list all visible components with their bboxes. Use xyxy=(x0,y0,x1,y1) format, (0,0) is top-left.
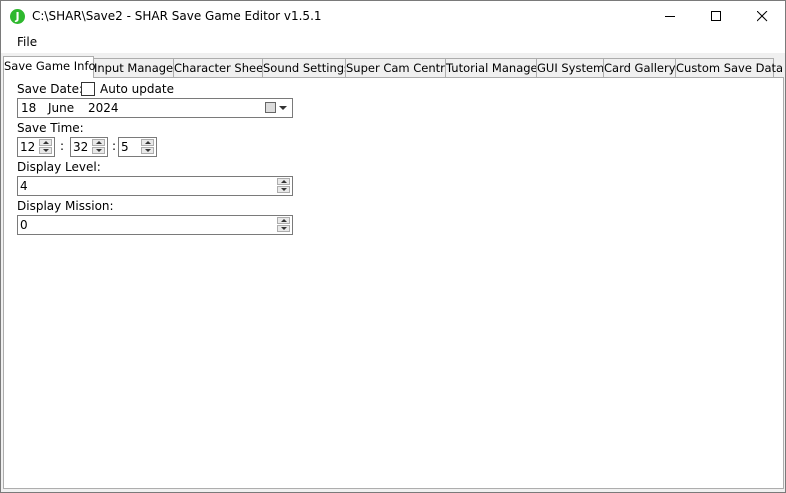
tab-card-gallery[interactable]: Card Gallery xyxy=(603,58,676,77)
hour-spin-buttons[interactable] xyxy=(39,139,53,155)
date-day[interactable]: 18 xyxy=(21,101,36,115)
maximize-icon xyxy=(711,11,721,21)
minute-spin-buttons[interactable] xyxy=(92,139,106,155)
maximize-button[interactable] xyxy=(693,1,739,32)
tab-character-sheet[interactable]: Character Sheet xyxy=(173,58,268,77)
second-spin-buttons[interactable] xyxy=(141,139,155,155)
arrow-down-icon xyxy=(145,149,151,152)
save-date-label: Save Date: xyxy=(17,82,83,96)
save-date-picker[interactable]: 18 June 2024 xyxy=(17,98,293,118)
display-level-up-button[interactable] xyxy=(277,178,290,185)
tab-sound-settings[interactable]: Sound Settings xyxy=(262,58,350,77)
hour-stepper[interactable]: 12 xyxy=(17,137,55,157)
arrow-up-icon xyxy=(281,180,287,183)
app-window: J C:\SHAR\Save2 - SHAR Save Game Editor … xyxy=(0,0,786,493)
date-month[interactable]: June xyxy=(48,101,74,115)
display-level-spin-buttons[interactable] xyxy=(277,178,291,194)
tab-save-game-info[interactable]: Save Game Info xyxy=(3,56,96,78)
arrow-down-icon xyxy=(96,149,102,152)
app-icon: J xyxy=(10,9,25,24)
title-bar[interactable]: J C:\SHAR\Save2 - SHAR Save Game Editor … xyxy=(1,1,785,32)
minute-stepper[interactable]: 32 xyxy=(70,137,108,157)
close-icon xyxy=(757,11,768,22)
display-mission-down-button[interactable] xyxy=(277,225,290,232)
display-mission-stepper[interactable]: 0 xyxy=(17,215,293,235)
calendar-icon[interactable] xyxy=(265,102,276,113)
time-separator: : xyxy=(112,139,117,153)
second-down-button[interactable] xyxy=(141,147,154,154)
arrow-up-icon xyxy=(43,141,49,144)
hour-value[interactable]: 12 xyxy=(20,140,35,154)
minute-value[interactable]: 32 xyxy=(73,140,88,154)
display-level-label: Display Level: xyxy=(17,160,101,174)
arrow-down-icon xyxy=(281,188,287,191)
arrow-down-icon xyxy=(281,227,287,230)
tab-gui-system[interactable]: GUI System xyxy=(536,58,604,77)
close-button[interactable] xyxy=(739,1,785,32)
arrow-up-icon xyxy=(281,219,287,222)
tab-strip: Save Game Info Input Manager Character S… xyxy=(3,56,785,78)
arrow-down-icon xyxy=(43,149,49,152)
display-mission-spin-buttons[interactable] xyxy=(277,217,291,233)
tab-page-save-game-info: Save Date: Auto update 18 June 2024 Save… xyxy=(3,77,784,489)
second-up-button[interactable] xyxy=(141,139,154,146)
display-level-down-button[interactable] xyxy=(277,186,290,193)
second-value[interactable]: 5 xyxy=(121,140,129,154)
auto-update-checkbox[interactable] xyxy=(81,82,95,96)
hour-up-button[interactable] xyxy=(39,139,52,146)
display-mission-label: Display Mission: xyxy=(17,199,114,213)
date-year[interactable]: 2024 xyxy=(88,101,119,115)
minimize-button[interactable] xyxy=(647,1,693,32)
auto-update-label[interactable]: Auto update xyxy=(100,82,174,96)
menu-bar: File xyxy=(1,32,785,53)
second-stepper[interactable]: 5 xyxy=(118,137,157,157)
display-level-value[interactable]: 4 xyxy=(20,179,28,193)
display-level-stepper[interactable]: 4 xyxy=(17,176,293,196)
arrow-up-icon xyxy=(145,141,151,144)
tab-input-manager[interactable]: Input Manager xyxy=(93,58,178,77)
display-mission-value[interactable]: 0 xyxy=(20,218,28,232)
display-mission-up-button[interactable] xyxy=(277,217,290,224)
menu-file[interactable]: File xyxy=(10,35,44,49)
minute-down-button[interactable] xyxy=(92,147,105,154)
tab-custom-save-data[interactable]: Custom Save Data xyxy=(675,58,783,77)
tab-tutorial-manager[interactable]: Tutorial Manager xyxy=(445,58,542,77)
save-time-label: Save Time: xyxy=(17,121,84,135)
time-separator: : xyxy=(60,139,65,153)
tab-super-cam-central[interactable]: Super Cam Central xyxy=(345,58,455,77)
window-title: C:\SHAR\Save2 - SHAR Save Game Editor v1… xyxy=(32,9,322,23)
arrow-up-icon xyxy=(96,141,102,144)
chevron-down-icon[interactable] xyxy=(279,106,287,111)
minute-up-button[interactable] xyxy=(92,139,105,146)
hour-down-button[interactable] xyxy=(39,147,52,154)
minimize-icon xyxy=(665,16,675,17)
